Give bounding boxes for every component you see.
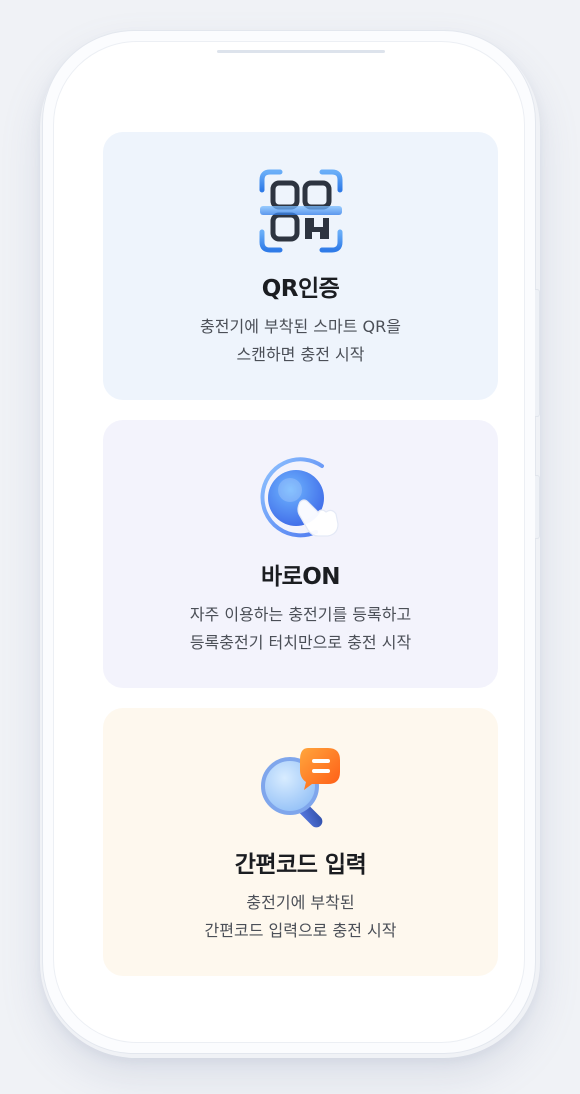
- touch-button-icon: [256, 454, 346, 544]
- baro-on-title: 바로ON: [260, 564, 341, 590]
- baro-on-desc-line-2: 등록충전기 터치만으로 충전 시작: [189, 633, 412, 652]
- qr-auth-description: 충전기에 부착된 스마트 QR을 스캔하면 충전 시작: [200, 313, 401, 369]
- qr-auth-desc-line-1: 충전기에 부착된 스마트 QR을: [200, 317, 401, 336]
- side-button-lower: [535, 475, 540, 539]
- qr-auth-title: QR인증: [261, 276, 340, 302]
- search-code-icon: [256, 742, 346, 832]
- baro-on-description: 자주 이용하는 충전기를 등록하고 등록충전기 터치만으로 충전 시작: [190, 601, 411, 657]
- easy-code-title: 간편코드 입력: [234, 852, 367, 878]
- qr-scan-icon: [256, 166, 346, 256]
- phone-speaker: [217, 50, 385, 53]
- easy-code-desc-line-1: 충전기에 부착된: [246, 893, 355, 912]
- baro-on-desc-line-1: 자주 이용하는 충전기를 등록하고: [189, 605, 412, 624]
- baro-on-card[interactable]: 바로ON 자주 이용하는 충전기를 등록하고 등록충전기 터치만으로 충전 시작: [103, 420, 498, 688]
- easy-code-description: 충전기에 부착된 간편코드 입력으로 충전 시작: [205, 889, 397, 945]
- easy-code-card[interactable]: 간편코드 입력 충전기에 부착된 간편코드 입력으로 충전 시작: [103, 708, 498, 976]
- qr-auth-desc-line-2: 스캔하면 충전 시작: [236, 345, 365, 364]
- phone-screen: QR인증 충전기에 부착된 스마트 QR을 스캔하면 충전 시작 바로ON 자주…: [53, 41, 525, 1043]
- phone-frame: QR인증 충전기에 부착된 스마트 QR을 스캔하면 충전 시작 바로ON 자주…: [42, 30, 540, 1054]
- qr-auth-card[interactable]: QR인증 충전기에 부착된 스마트 QR을 스캔하면 충전 시작: [103, 132, 498, 400]
- side-button-upper: [535, 289, 540, 417]
- easy-code-desc-line-2: 간편코드 입력으로 충전 시작: [204, 921, 397, 940]
